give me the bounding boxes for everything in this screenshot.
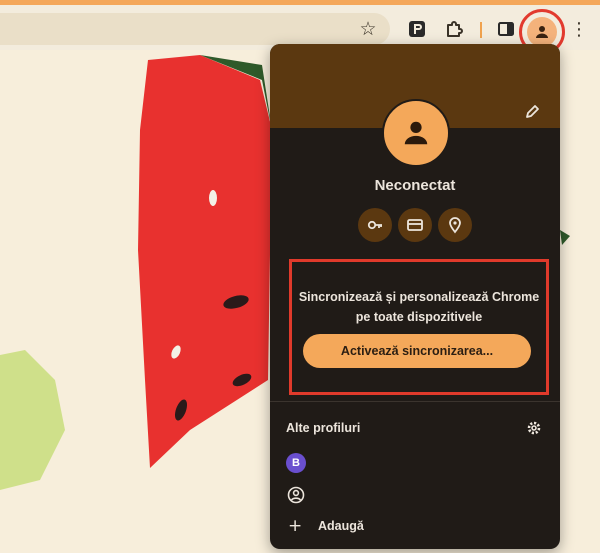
profile-item-guest[interactable] bbox=[270, 478, 560, 510]
add-profile-label: Adaugă bbox=[318, 519, 364, 533]
side-panel-icon[interactable] bbox=[492, 15, 520, 43]
profile-b-avatar: B bbox=[286, 453, 306, 473]
manage-profiles-gear-icon[interactable] bbox=[525, 419, 543, 437]
guest-profile-icon bbox=[286, 485, 306, 505]
address-bar[interactable] bbox=[0, 13, 390, 45]
other-profiles-title: Alte profiluri bbox=[286, 421, 361, 435]
extensions-puzzle-icon[interactable] bbox=[440, 15, 468, 43]
add-profile-item[interactable]: + Adaugă bbox=[270, 510, 560, 542]
profile-avatar bbox=[382, 99, 450, 167]
profile-name: Neconectat bbox=[374, 177, 456, 194]
person-icon bbox=[404, 121, 428, 145]
more-vert-icon[interactable]: ⋮ bbox=[565, 15, 593, 43]
passwords-key-icon[interactable] bbox=[358, 208, 392, 242]
bookmark-star-icon[interactable]: ☆ bbox=[354, 15, 382, 43]
location-pin-icon[interactable] bbox=[438, 208, 472, 242]
sync-message: Sincronizează și personalizează Chrome p… bbox=[298, 290, 540, 324]
sync-promo-highlight: Sincronizează și personalizează Chrome p… bbox=[289, 259, 549, 395]
popup-divider bbox=[270, 401, 560, 402]
toolbar-divider bbox=[480, 22, 482, 38]
profile-item-b[interactable]: B bbox=[270, 446, 560, 478]
extension-p-icon[interactable] bbox=[403, 15, 431, 43]
edit-pencil-icon[interactable] bbox=[522, 102, 542, 122]
profile-menu-popup: Neconectat Sincronizează și personalizea… bbox=[270, 44, 560, 549]
plus-icon: + bbox=[288, 516, 303, 536]
turn-on-sync-button[interactable]: Activează sincronizarea... bbox=[303, 334, 531, 368]
payment-card-icon[interactable] bbox=[398, 208, 432, 242]
